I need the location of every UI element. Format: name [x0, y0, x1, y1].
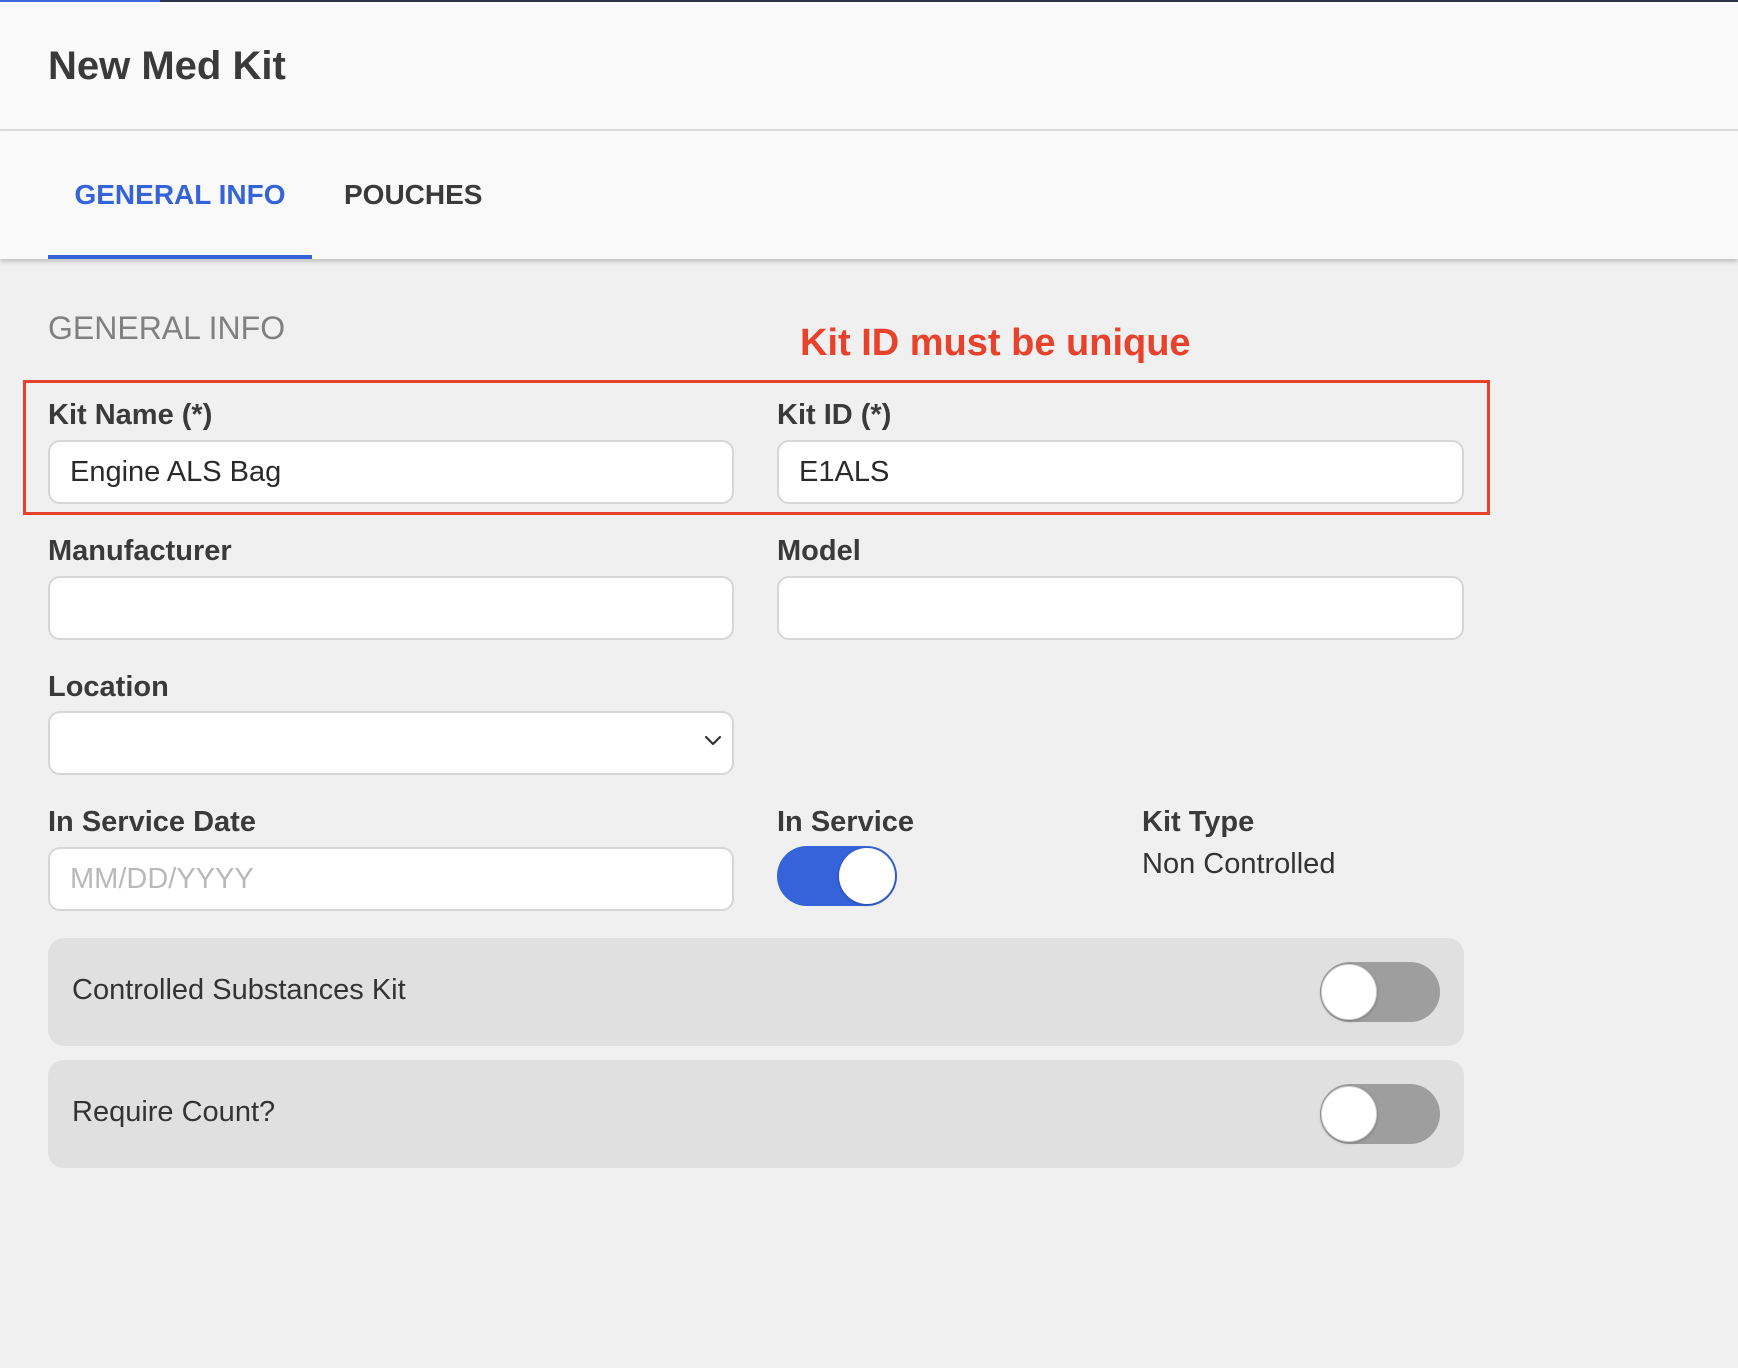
kit-type-label: Kit Type: [1142, 806, 1255, 838]
location-select-box[interactable]: [48, 711, 734, 775]
manufacturer-label: Manufacturer: [48, 535, 232, 567]
toggle-knob: [839, 848, 895, 904]
in-service-toggle[interactable]: [777, 846, 897, 906]
require-count-label: Require Count?: [72, 1096, 276, 1128]
tab-general-info[interactable]: GENERAL INFO: [48, 131, 312, 259]
manufacturer-input[interactable]: [48, 576, 734, 640]
toggle-knob: [1321, 964, 1377, 1020]
in-service-label: In Service: [777, 806, 915, 838]
chevron-down-icon: [704, 735, 722, 746]
kit-type-value: Non Controlled: [1142, 848, 1336, 880]
location-label: Location: [48, 671, 169, 703]
toggle-knob: [1321, 1086, 1377, 1142]
model-label: Model: [777, 535, 861, 567]
tab-pouches[interactable]: POUCHES: [344, 131, 482, 259]
in-service-date-input[interactable]: [48, 847, 734, 911]
tab-bar: GENERAL INFO POUCHES: [0, 131, 1738, 259]
kit-id-label: Kit ID (*): [777, 399, 892, 431]
controlled-substances-label: Controlled Substances Kit: [72, 974, 406, 1006]
in-service-date-label: In Service Date: [48, 806, 256, 838]
location-select[interactable]: [48, 711, 734, 775]
annotation-note: Kit ID must be unique: [800, 322, 1191, 364]
require-count-toggle[interactable]: [1320, 1084, 1440, 1144]
kit-name-input[interactable]: [48, 440, 734, 504]
controlled-substances-toggle[interactable]: [1320, 962, 1440, 1022]
page-title: New Med Kit: [48, 44, 286, 88]
section-title: GENERAL INFO: [48, 310, 286, 346]
kit-id-input[interactable]: [777, 440, 1464, 504]
kit-name-label: Kit Name (*): [48, 399, 213, 431]
controlled-substances-row: Controlled Substances Kit: [48, 938, 1464, 1046]
model-input[interactable]: [777, 576, 1464, 640]
page-header: New Med Kit: [0, 2, 1738, 131]
require-count-row: Require Count?: [48, 1060, 1464, 1168]
